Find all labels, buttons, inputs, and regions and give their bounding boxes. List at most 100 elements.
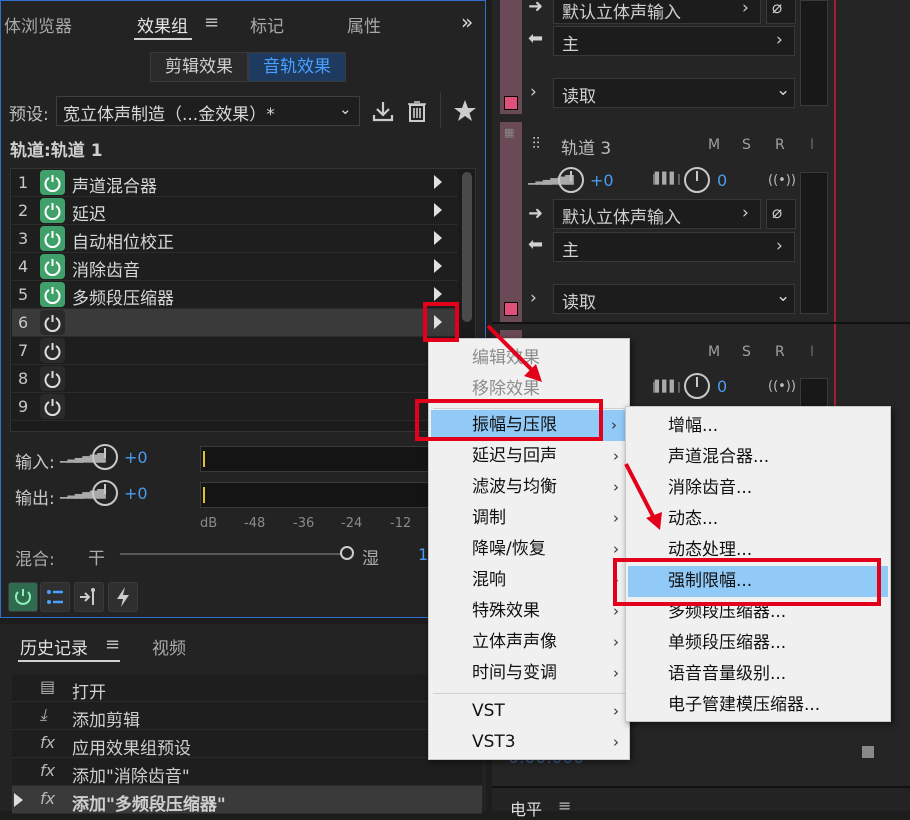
effect-slot-7[interactable]: 7 xyxy=(12,337,458,365)
record-arm-button[interactable]: R xyxy=(775,344,785,360)
power-icon[interactable] xyxy=(40,170,65,195)
automation-mode-select[interactable]: 读取 ⌄ xyxy=(553,284,795,314)
mix-slider-track[interactable] xyxy=(120,553,342,555)
power-icon[interactable] xyxy=(40,338,65,363)
mute-button[interactable]: M xyxy=(708,137,720,153)
track-pan-knob[interactable] xyxy=(684,167,710,193)
track-pan-value[interactable]: 0 xyxy=(717,377,727,396)
menu-item-noise-reduction[interactable]: 降噪/恢复 › xyxy=(429,534,619,565)
power-icon[interactable] xyxy=(40,394,65,419)
track-pan-knob[interactable] xyxy=(684,373,710,399)
stop-icon[interactable] xyxy=(862,746,874,758)
mix-value[interactable]: 1 xyxy=(418,545,428,564)
save-preset-icon[interactable] xyxy=(368,96,398,126)
history-item[interactable]: fx 应用效果组预设 xyxy=(12,730,482,759)
tab-media-browser[interactable]: 体浏览器 xyxy=(4,12,72,37)
input-gain-knob[interactable] xyxy=(92,444,118,470)
menu-item-vst[interactable]: VST › xyxy=(429,696,619,727)
tab-level[interactable]: 电平 xyxy=(510,796,542,820)
tab-properties[interactable]: 属性 xyxy=(347,12,381,37)
record-arm-button[interactable]: R xyxy=(775,137,785,153)
track-output-select[interactable]: 主 › xyxy=(553,232,795,262)
track-color-chip[interactable] xyxy=(504,302,518,316)
track-3-name[interactable]: 轨道 3 xyxy=(561,134,611,159)
menu-item-special[interactable]: 特殊效果 › xyxy=(429,596,619,627)
menu-item-delay-echo[interactable]: 延迟与回声 › xyxy=(429,441,619,472)
solo-button[interactable]: S xyxy=(742,344,751,360)
input-gain-value[interactable]: +0 xyxy=(124,448,148,467)
power-icon[interactable] xyxy=(40,282,65,307)
insert-effect-button[interactable] xyxy=(74,582,104,612)
track-input-select[interactable]: 默认立体声输入 › xyxy=(553,199,761,229)
track-effects-toggle[interactable]: 音轨效果 xyxy=(248,52,346,82)
expand-arrow-icon[interactable] xyxy=(434,259,442,273)
output-gain-knob[interactable] xyxy=(92,480,118,506)
track-volume-value[interactable]: +0 xyxy=(590,171,614,190)
master-power-button[interactable] xyxy=(8,582,38,612)
track-output-select[interactable]: 主 › xyxy=(553,26,795,56)
power-icon[interactable] xyxy=(40,226,65,251)
tab-video[interactable]: 视频 xyxy=(152,634,186,659)
menu-item-stereo-imagery[interactable]: 立体声声像 › xyxy=(429,627,619,658)
monitor-input-button[interactable]: I xyxy=(810,344,814,360)
history-item[interactable]: ▤ 打开 xyxy=(12,674,482,703)
drag-grip-icon[interactable]: ▦ xyxy=(504,126,514,139)
submenu-item-amplify[interactable]: 增幅... xyxy=(626,411,890,442)
effect-slot-6[interactable]: 6 xyxy=(12,309,458,337)
submenu-item-single-band-compressor[interactable]: 单频段压缩器... xyxy=(626,628,890,659)
panel-menu-icon[interactable]: ≡ xyxy=(204,12,219,33)
power-icon[interactable] xyxy=(40,366,65,391)
expand-arrow-icon[interactable] xyxy=(434,175,442,189)
monitor-input-button[interactable]: I xyxy=(810,137,814,153)
tab-history[interactable]: 历史记录 xyxy=(20,634,88,659)
submenu-item-speech-volume-leveler[interactable]: 语音音量级别... xyxy=(626,659,890,690)
power-icon[interactable] xyxy=(40,198,65,223)
power-icon[interactable] xyxy=(40,254,65,279)
history-item-current[interactable]: fx 添加"多频段压缩器" xyxy=(12,786,482,815)
track-input-select[interactable]: 默认立体声输入 › xyxy=(553,0,761,24)
stereo-icon[interactable]: ((•)) xyxy=(768,173,796,188)
output-gain-value[interactable]: +0 xyxy=(124,484,148,503)
power-icon[interactable] xyxy=(40,310,65,335)
track-volume-knob[interactable] xyxy=(558,167,584,193)
delete-preset-icon[interactable] xyxy=(402,96,432,126)
clip-effects-toggle[interactable]: 剪辑效果 xyxy=(150,52,248,82)
mix-slider-handle[interactable] xyxy=(340,546,354,560)
expand-arrow-icon[interactable] xyxy=(434,287,442,301)
menu-item-time-pitch[interactable]: 时间与变调 › xyxy=(429,658,619,689)
input-disable-button[interactable]: ⌀ xyxy=(766,0,796,24)
favorite-star-icon[interactable] xyxy=(450,96,480,126)
expand-arrow-icon[interactable] xyxy=(434,231,442,245)
effect-slot-5[interactable]: 5 多频段压缩器 xyxy=(12,281,458,309)
tab-effects-rack[interactable]: 效果组 xyxy=(137,12,188,37)
expand-chevron-icon[interactable]: › xyxy=(530,82,537,102)
effect-slot-4[interactable]: 4 消除齿音 xyxy=(12,253,458,281)
menu-item-vst3[interactable]: VST3 › xyxy=(429,727,619,758)
history-item[interactable]: fx 添加"消除齿音" xyxy=(12,758,482,787)
track-pan-value[interactable]: 0 xyxy=(717,171,727,190)
level-menu-icon[interactable]: ≡ xyxy=(558,796,571,815)
menu-item-filter-eq[interactable]: 滤波与均衡 › xyxy=(429,472,619,503)
more-panels-icon[interactable]: » xyxy=(461,10,473,34)
effect-slot-8[interactable]: 8 xyxy=(12,365,458,393)
effects-list-scrollbar[interactable] xyxy=(462,172,472,322)
effect-slot-3[interactable]: 3 自动相位校正 xyxy=(12,225,458,253)
apply-effect-lightning-icon[interactable] xyxy=(108,582,138,612)
stereo-icon[interactable]: ((•)) xyxy=(768,379,796,394)
effect-list-button[interactable] xyxy=(40,582,70,612)
expand-arrow-icon[interactable] xyxy=(434,203,442,217)
effect-slot-2[interactable]: 2 延迟 xyxy=(12,197,458,225)
input-disable-button[interactable]: ⌀ xyxy=(766,199,796,229)
mute-button[interactable]: M xyxy=(708,344,720,360)
history-menu-icon[interactable]: ≡ xyxy=(105,634,120,655)
expand-chevron-icon[interactable]: › xyxy=(530,288,537,308)
effect-slot-9[interactable]: 9 xyxy=(12,393,458,421)
history-item[interactable]: ⤓ 添加剪辑 xyxy=(12,702,482,731)
tab-markers[interactable]: 标记 xyxy=(250,12,284,37)
automation-mode-select[interactable]: 读取 ⌄ xyxy=(553,78,795,108)
solo-button[interactable]: S xyxy=(742,137,751,153)
menu-item-reverb[interactable]: 混响 › xyxy=(429,565,619,596)
effect-slot-1[interactable]: 1 声道混合器 xyxy=(12,169,458,197)
submenu-item-tube-modeled-compressor[interactable]: 电子管建模压缩器... xyxy=(626,690,890,721)
menu-item-modulation[interactable]: 调制 › xyxy=(429,503,619,534)
